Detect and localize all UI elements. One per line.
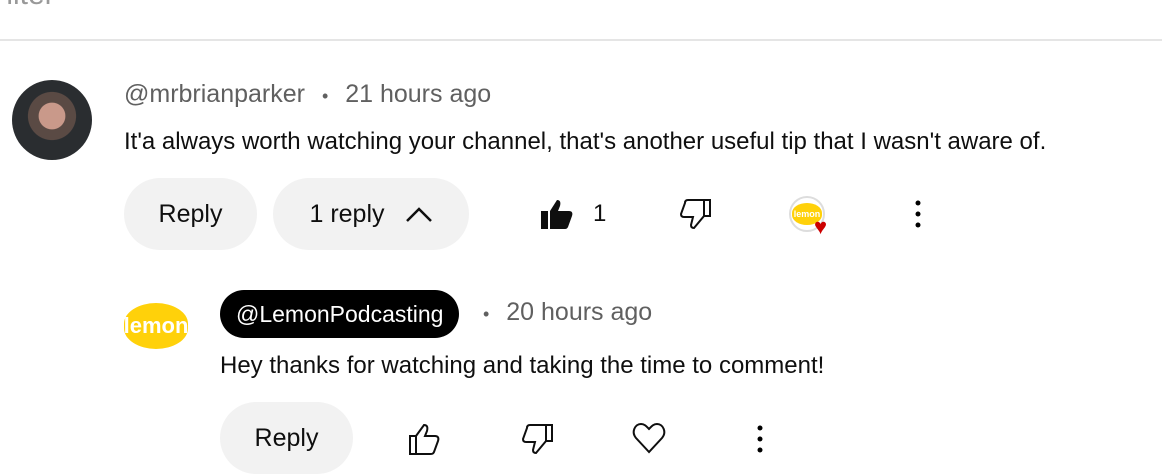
- comment-header: @mrbrianparker • 21 hours ago: [124, 80, 491, 109]
- thumbs-down-icon[interactable]: [522, 423, 554, 455]
- comment-time[interactable]: 21 hours ago: [345, 80, 491, 108]
- heart-outline-icon[interactable]: [632, 422, 666, 454]
- replies-count: 1 reply: [309, 199, 385, 228]
- toggle-replies-button[interactable]: 1 reply: [273, 178, 469, 250]
- comment-text: It'a always worth watching your channel,…: [124, 128, 1047, 155]
- thumbs-up-filled-icon[interactable]: [540, 198, 574, 230]
- reply-header: • 20 hours ago: [483, 298, 652, 327]
- chevron-up-icon: [405, 207, 432, 222]
- thumbs-down-icon[interactable]: [680, 198, 712, 230]
- reply-time[interactable]: 20 hours ago: [506, 298, 652, 326]
- reply-author-badge[interactable]: @LemonPodcasting: [220, 290, 460, 338]
- reply-button[interactable]: Reply: [124, 178, 257, 250]
- separator-dot: •: [483, 304, 490, 324]
- avatar-lemon-logo[interactable]: lemon: [124, 303, 188, 349]
- reply-button[interactable]: Reply: [220, 402, 353, 474]
- like-count: 1: [593, 200, 607, 227]
- divider: [0, 39, 1162, 41]
- heart-icon: ♥: [814, 214, 828, 239]
- thumbs-up-icon[interactable]: [408, 423, 442, 455]
- reply-text: Hey thanks for watching and taking the t…: [220, 352, 825, 379]
- separator-dot: •: [321, 86, 329, 106]
- comment-author[interactable]: @mrbrianparker: [124, 80, 305, 108]
- filter-label[interactable]: Filter: [0, 0, 55, 12]
- more-options-icon[interactable]: [912, 199, 924, 229]
- avatar[interactable]: [12, 80, 92, 160]
